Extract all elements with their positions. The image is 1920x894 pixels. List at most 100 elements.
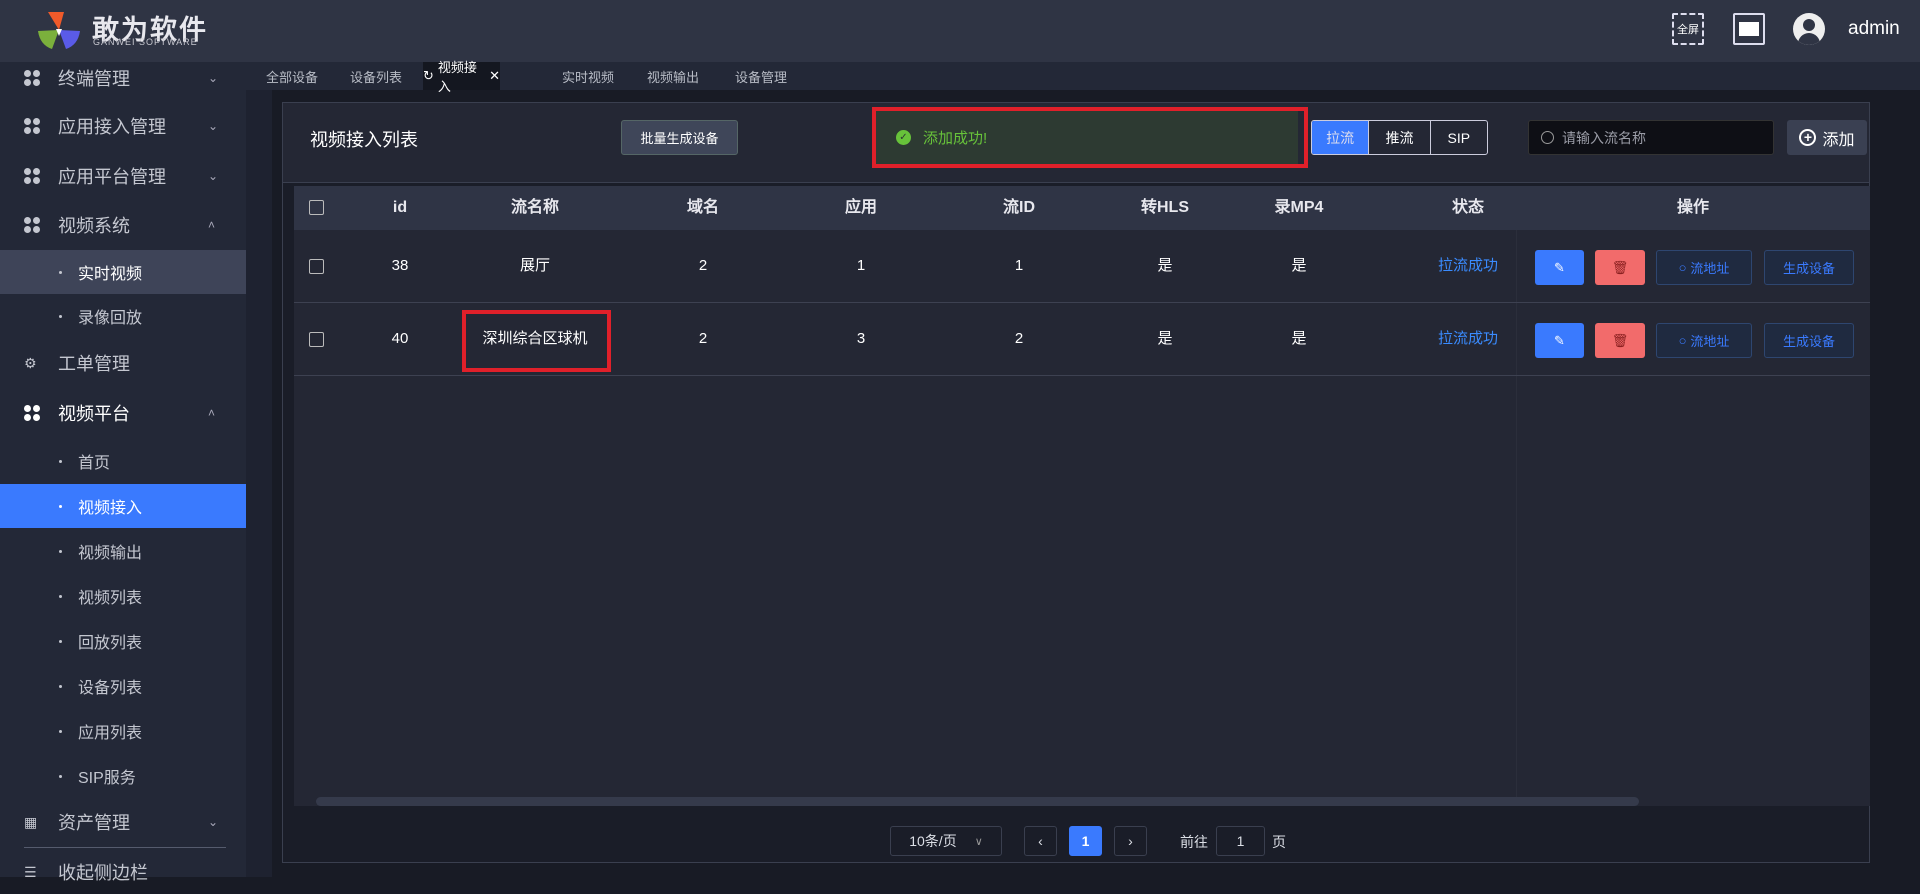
page-suffix: 页 [1272,834,1286,850]
page-size-select[interactable]: 10条/页 ∨ [890,826,1002,856]
search-input[interactable] [1562,129,1762,146]
sidebar-label: 工单管理 [58,354,130,374]
page-button[interactable]: 1 [1069,826,1102,856]
sidebar-item-playback[interactable]: 录像回放 [0,294,246,338]
sidebar-item-realtime-video[interactable]: 实时视频 [0,250,246,294]
chevron-left-icon: ‹ [1038,833,1043,849]
column-header: 流ID [1002,199,1036,216]
column-header: 域名 [686,199,720,216]
sidebar-label: 回放列表 [78,635,143,652]
sidebar-item-terminal[interactable]: 终端管理 ⌄ [0,56,246,100]
prev-page-button[interactable]: ‹ [1024,826,1057,856]
horizontal-scrollbar[interactable] [316,797,1639,806]
generate-device-button[interactable]: 生成设备 [1764,250,1854,285]
sidebar-item-app-access[interactable]: 应用接入管理 ⌄ [0,104,246,148]
sidebar-item-work-order[interactable]: ⚙ 工单管理 [0,341,246,385]
clover-icon [24,405,40,421]
sidebar-item-app-list[interactable]: 应用列表 [0,709,246,753]
segment-pull[interactable]: 拉流 [1312,121,1370,154]
delete-button[interactable]: 🗑 [1595,250,1645,285]
sidebar-label: 应用接入管理 [58,117,166,137]
tab-label: 视频输出 [646,69,699,85]
sidebar-item-home[interactable]: 首页 [0,439,246,483]
row-checkbox[interactable] [309,332,324,347]
avatar[interactable] [1793,13,1825,45]
sidebar-item-video-system[interactable]: 视频系统 ˄ [0,203,246,247]
tab-video-output[interactable]: 视频输出 [639,62,707,90]
close-icon[interactable]: ✕ [489,68,500,84]
search-icon [1541,131,1554,144]
collapse-sidebar-button[interactable]: ☰ 收起侧边栏 [0,850,246,894]
sidebar-item-playback-list[interactable]: 回放列表 [0,619,246,663]
select-all-checkbox[interactable] [309,200,324,215]
sidebar-item-video-access[interactable]: 视频接入 [0,484,246,528]
cell-app: 1 [856,257,866,274]
logo-subtitle: GANWEI SOFTWARE [93,37,198,47]
generate-device-button[interactable]: 生成设备 [1764,323,1854,358]
cell-id: 38 [391,257,409,274]
stream-url-button[interactable]: ○ 流地址 [1656,323,1752,358]
page-size-label: 10条/页 [909,833,957,849]
sidebar-label: 首页 [78,455,111,472]
goto-page-input[interactable]: 1 [1216,826,1265,856]
plus-circle-icon: + [1799,129,1817,146]
fullscreen-button[interactable]: 全屏 [1672,13,1704,45]
chevron-down-icon: ⌄ [208,815,219,829]
tab-label: 设备管理 [734,69,787,85]
cell-domain: 2 [698,330,708,347]
username[interactable]: admin [1848,18,1900,40]
next-page-button[interactable]: › [1114,826,1147,856]
cell-domain: 2 [698,257,708,274]
tab-video-access[interactable]: ↻ 视频接入 ✕ [423,60,500,94]
column-header: 录MP4 [1274,199,1324,216]
sidebar-divider [24,847,226,848]
stream-url-button[interactable]: ○ 流地址 [1656,250,1752,285]
cell-id: 40 [391,330,409,347]
pencil-icon: ✎ [1554,259,1565,275]
bullet [59,639,62,643]
fullscreen-label: 全屏 [1677,24,1699,36]
segment-push[interactable]: 推流 [1369,121,1431,154]
column-header: 应用 [844,199,878,216]
table-header: id 流名称 域名 应用 流ID 转HLS 录MP4 状态 操作 [294,186,1870,230]
tab-label: 设备列表 [349,69,402,85]
search-icon: ○ [1678,260,1687,275]
sidebar-label: 实时视频 [78,266,143,283]
add-button[interactable]: + 添加 [1787,120,1867,155]
tab-device-list[interactable]: 设备列表 [342,62,410,90]
chevron-up-icon: ˄ [208,406,216,420]
logo-icon [38,12,80,49]
batch-generate-button[interactable]: 批量生成设备 [621,120,738,155]
clover-icon [24,70,40,86]
sidebar-item-app-platform[interactable]: 应用平台管理 ⌄ [0,154,246,198]
sidebar-label: 设备列表 [78,680,143,697]
sidebar-item-video-output[interactable]: 视频输出 [0,529,246,573]
bullet [59,684,62,688]
refresh-icon[interactable]: ↻ [423,68,434,84]
edit-button[interactable]: ✎ [1535,250,1584,285]
screen-icon[interactable] [1733,13,1765,45]
sidebar-item-device-list[interactable]: 设备列表 [0,664,246,708]
edit-button[interactable]: ✎ [1535,323,1584,358]
sidebar-item-video-platform[interactable]: 视频平台 ˄ [0,391,246,435]
top-header: 敢为软件 GANWEI SOFTWARE 全屏 admin [0,0,1920,62]
sidebar-item-assets[interactable]: ▦ 资产管理 ⌄ [0,800,246,844]
tab-device-management[interactable]: 设备管理 [727,62,795,90]
delete-button[interactable]: 🗑 [1595,323,1645,358]
sidebar-item-sip[interactable]: SIP服务 [0,754,246,798]
page-title: 视频接入列表 [310,130,418,150]
screen-glyph [1739,22,1759,36]
tab-all-devices[interactable]: 全部设备 [258,62,326,90]
chevron-down-icon: ∨ [974,835,983,848]
bullet [59,459,62,463]
cell-stream-id: 2 [1014,330,1024,347]
column-header: 状态 [1451,199,1485,216]
sidebar-label: 终端管理 [58,69,130,89]
sidebar-item-video-list[interactable]: 视频列表 [0,574,246,618]
tab-realtime-video[interactable]: 实时视频 [554,62,622,90]
segment-sip[interactable]: SIP [1431,121,1487,154]
chevron-down-icon: ⌄ [208,119,219,133]
sidebar-label: 视频平台 [58,404,130,424]
sidebar-label: 资产管理 [58,813,130,833]
row-checkbox[interactable] [309,259,324,274]
